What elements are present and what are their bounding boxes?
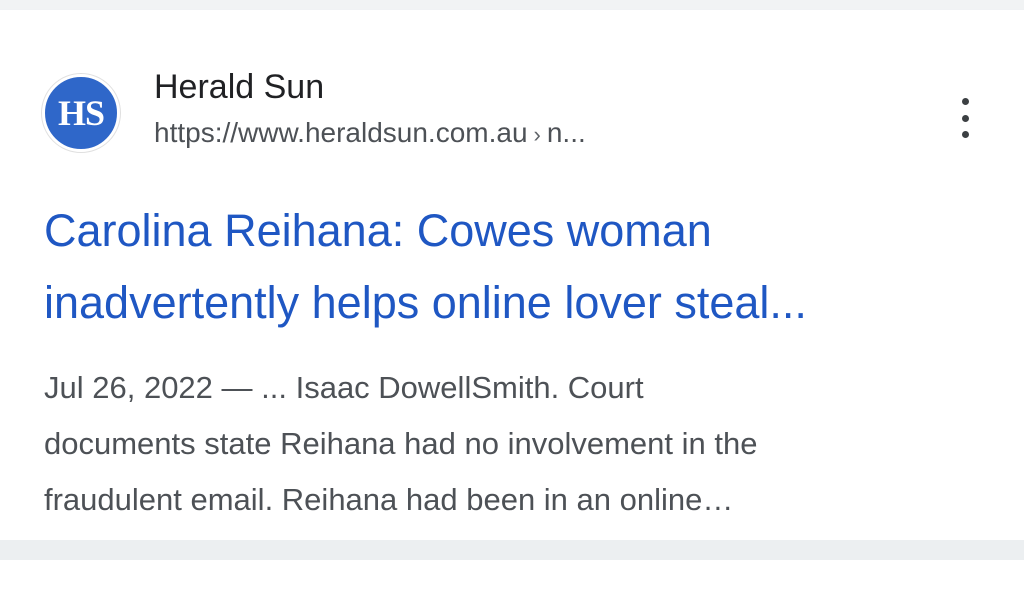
herald-sun-logo-icon: HS <box>42 74 120 152</box>
more-vertical-icon <box>961 98 969 105</box>
search-result-card: HS Herald Sun https://www.heraldsun.com.… <box>0 10 1024 540</box>
result-snippet: Jul 26, 2022 — ... Isaac DowellSmith. Co… <box>44 360 994 528</box>
more-vertical-icon <box>961 131 969 138</box>
snippet-line: fraudulent email. Reihana had been in an… <box>44 482 734 517</box>
snippet-line: Jul 26, 2022 — ... Isaac DowellSmith. Co… <box>44 370 644 405</box>
bottom-divider <box>0 540 1024 560</box>
site-url: https://www.heraldsun.com.au › n... <box>154 112 586 156</box>
url-domain: https://www.heraldsun.com.au <box>154 117 528 148</box>
top-divider <box>0 0 1024 10</box>
favicon-text: HS <box>57 93 105 133</box>
url-path: n... <box>546 117 586 148</box>
more-vertical-icon <box>961 114 969 122</box>
snippet-line: documents state Reihana had no involveme… <box>44 426 758 461</box>
result-title-link[interactable]: Carolina Reihana: Cowes woman inadverten… <box>44 195 994 339</box>
breadcrumb-separator-icon: › <box>533 122 541 147</box>
title-line: inadvertently helps online lover steal..… <box>44 277 807 328</box>
source-text: Herald Sun https://www.heraldsun.com.au ›… <box>154 62 586 156</box>
more-options-button[interactable] <box>945 88 985 148</box>
title-line: Carolina Reihana: Cowes woman <box>44 205 712 256</box>
result-source[interactable]: HS Herald Sun https://www.heraldsun.com.… <box>42 62 982 162</box>
next-result-area <box>0 560 1024 612</box>
site-name: Herald Sun <box>154 68 325 106</box>
